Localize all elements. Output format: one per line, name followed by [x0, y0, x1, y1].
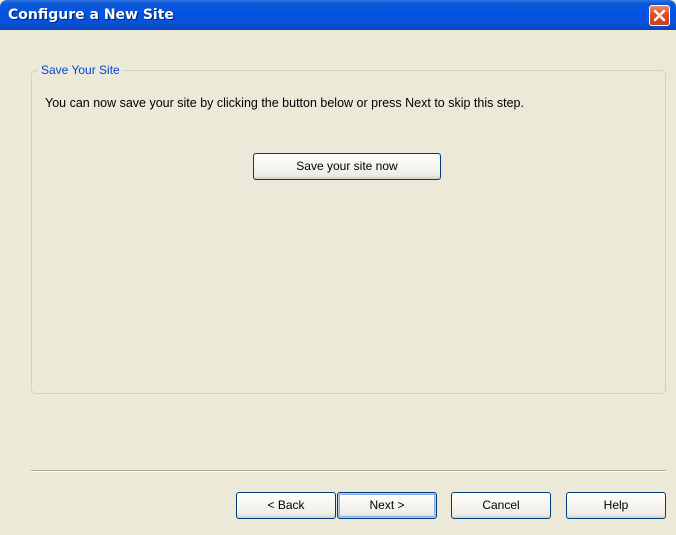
dialog-title: Configure a New Site: [8, 7, 174, 23]
save-site-now-button[interactable]: Save your site now: [253, 153, 441, 180]
back-button[interactable]: < Back: [236, 492, 336, 519]
next-button[interactable]: Next >: [337, 492, 437, 519]
cancel-button[interactable]: Cancel: [451, 492, 551, 519]
title-bar[interactable]: Configure a New Site: [0, 0, 676, 30]
footer-separator: [31, 470, 666, 472]
groupbox-legend: Save Your Site: [38, 62, 123, 78]
instruction-text: You can now save your site by clicking t…: [45, 96, 524, 110]
close-icon: [653, 9, 666, 22]
save-site-groupbox: [31, 70, 666, 394]
close-button[interactable]: [649, 5, 670, 26]
help-button[interactable]: Help: [566, 492, 666, 519]
configure-site-dialog: Configure a New Site Save Your Site You …: [0, 0, 676, 535]
